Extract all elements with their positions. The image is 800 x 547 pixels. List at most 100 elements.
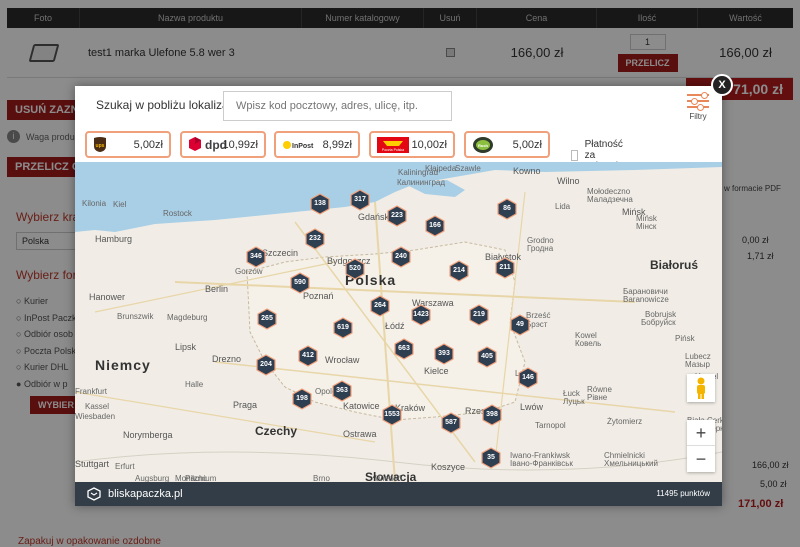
pickup-cluster-marker[interactable]: 663 xyxy=(393,338,415,360)
map-label: Gorzów xyxy=(235,267,263,276)
pickup-map[interactable]: Polska Niemcy Czechy Białoruś Słowacja Berlin… xyxy=(75,162,722,482)
cluster-count: 393 xyxy=(438,350,450,357)
pickup-cluster-marker[interactable]: 240 xyxy=(390,246,412,268)
brand[interactable]: bliskapaczka.pl xyxy=(87,487,183,501)
carrier-poczta-polska[interactable]: Poczta Polska 10,00zł xyxy=(369,131,455,158)
map-label: Kowno xyxy=(513,166,541,176)
carrier-price: 5,00zł xyxy=(133,139,163,151)
pickup-cluster-marker[interactable]: 232 xyxy=(304,228,326,250)
cluster-count: 240 xyxy=(395,253,407,260)
map-label: Бобруйск xyxy=(641,318,676,327)
cluster-count: 204 xyxy=(260,361,272,368)
location-search-input[interactable] xyxy=(223,91,452,121)
pickup-cluster-marker[interactable]: 138 xyxy=(309,193,331,215)
carrier-price: 8,99zł xyxy=(322,139,352,151)
cluster-count: 587 xyxy=(445,419,457,426)
street-view-pegman[interactable] xyxy=(687,374,715,402)
pickup-cluster-marker[interactable]: 265 xyxy=(256,308,278,330)
pickup-cluster-marker[interactable]: 219 xyxy=(468,304,490,326)
map-label: Rostock xyxy=(163,209,192,218)
cluster-count: 590 xyxy=(294,279,306,286)
map-label: Katowice xyxy=(343,401,380,411)
cluster-count: 363 xyxy=(336,387,348,394)
map-label: Szawle xyxy=(455,164,481,173)
pickup-cluster-marker[interactable]: 393 xyxy=(433,343,455,365)
map-label: Niemcy xyxy=(95,357,151,373)
pickup-cluster-marker[interactable]: 166 xyxy=(424,215,446,237)
map-label: Ковель xyxy=(575,339,602,348)
cod-checkbox[interactable] xyxy=(571,150,578,161)
pickup-cluster-marker[interactable]: 587 xyxy=(440,412,462,434)
map-label: Norymberga xyxy=(123,430,173,440)
pickup-cluster-marker[interactable]: 405 xyxy=(476,346,498,368)
map-label: Tarnopol xyxy=(535,421,566,430)
pickup-cluster-marker[interactable]: 49 xyxy=(509,314,531,336)
pickup-cluster-marker[interactable]: 1553 xyxy=(381,404,403,426)
cluster-count: 35 xyxy=(487,454,495,461)
map-label: Brno xyxy=(313,474,330,482)
map-label: Magdeburg xyxy=(167,313,208,322)
map-label: Kłajpeda xyxy=(425,164,457,173)
cluster-count: 405 xyxy=(481,353,493,360)
ups-logo-icon: ups xyxy=(93,137,107,156)
pickup-cluster-marker[interactable]: 214 xyxy=(448,260,470,282)
carrier-price: 10,99zł xyxy=(222,139,258,151)
map-label: Praga xyxy=(233,400,258,410)
pegman-icon xyxy=(697,377,705,399)
pickup-cluster-marker[interactable]: 590 xyxy=(289,272,311,294)
carrier-inpost[interactable]: InPost 8,99zł xyxy=(274,131,360,158)
pickup-cluster-marker[interactable]: 211 xyxy=(494,257,516,279)
map-label: Мінск xyxy=(636,222,657,231)
carrier-ruch[interactable]: Ruch 5,00zł xyxy=(464,131,550,158)
points-count: 11495 punktów xyxy=(656,489,710,498)
search-row: Szukaj w pobliżu lokalizacji: Filtry xyxy=(75,86,722,128)
pickup-cluster-marker[interactable]: 363 xyxy=(331,380,353,402)
svg-text:ups: ups xyxy=(96,143,105,149)
pickup-cluster-marker[interactable]: 346 xyxy=(245,246,267,268)
map-label: Івано-Франківськ xyxy=(510,459,573,468)
cluster-count: 219 xyxy=(473,311,485,318)
pickup-cluster-marker[interactable]: 619 xyxy=(332,317,354,339)
cluster-count: 198 xyxy=(296,395,308,402)
cluster-count: 317 xyxy=(354,196,366,203)
map-label: Drezno xyxy=(212,354,242,364)
filters-button[interactable]: Filtry xyxy=(682,90,714,126)
close-modal-button[interactable]: X xyxy=(711,74,733,96)
map-label: Łódź xyxy=(385,321,405,331)
cluster-count: 138 xyxy=(314,200,326,207)
cluster-count: 166 xyxy=(429,222,441,229)
pickup-cluster-marker[interactable]: 86 xyxy=(496,198,518,220)
filters-label: Filtry xyxy=(689,112,707,121)
pickup-cluster-marker[interactable]: 204 xyxy=(255,354,277,376)
pickup-cluster-marker[interactable]: 198 xyxy=(291,388,313,410)
carrier-dpd[interactable]: dpd 10,99zł xyxy=(180,131,266,158)
map-label: Brunszwik xyxy=(117,312,154,321)
cluster-count: 264 xyxy=(374,302,386,309)
pickup-cluster-marker[interactable]: 264 xyxy=(369,295,391,317)
map-label: Augsburg xyxy=(135,474,170,482)
map-label: Monachium xyxy=(175,474,217,482)
pickup-cluster-marker[interactable]: 317 xyxy=(349,189,371,211)
zoom-out-button[interactable]: − xyxy=(687,446,715,472)
map-label: Stuttgart xyxy=(75,459,110,469)
map-label: Wiesbaden xyxy=(75,412,116,421)
pickup-cluster-marker[interactable]: 520 xyxy=(344,258,366,280)
cluster-count: 663 xyxy=(398,345,410,352)
map-label: Berlin xyxy=(205,284,229,294)
pickup-cluster-marker[interactable]: 146 xyxy=(517,367,539,389)
pickup-cluster-marker[interactable]: 35 xyxy=(480,447,502,469)
pickup-cluster-marker[interactable]: 223 xyxy=(386,205,408,227)
map-label: Koszyce xyxy=(431,462,466,472)
map-label: Gdańsk xyxy=(358,212,390,222)
carrier-ups[interactable]: ups 5,00zł xyxy=(85,131,171,158)
cluster-count: 346 xyxy=(250,253,262,260)
pickup-cluster-marker[interactable]: 412 xyxy=(297,345,319,367)
map-label: Szczecin xyxy=(262,248,299,258)
pickup-cluster-marker[interactable]: 398 xyxy=(481,404,503,426)
pickup-cluster-marker[interactable]: 1423 xyxy=(410,304,432,326)
map-footer: bliskapaczka.pl 11495 punktów xyxy=(75,482,722,506)
search-label: Szukaj w pobliżu lokalizacji: xyxy=(96,98,244,112)
map-label: Białoruś xyxy=(650,258,699,272)
ruch-logo-icon: Ruch xyxy=(472,136,494,157)
zoom-in-button[interactable]: + xyxy=(687,420,715,446)
